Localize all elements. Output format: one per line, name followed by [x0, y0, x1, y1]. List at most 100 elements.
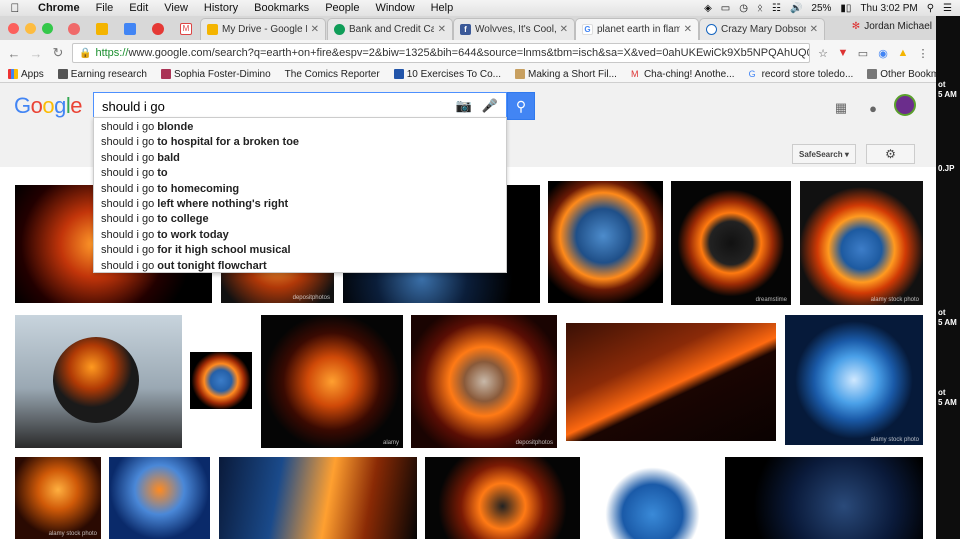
image-result[interactable] [15, 315, 182, 448]
close-window-button[interactable] [8, 23, 19, 34]
close-tab-icon[interactable]: ✕ [810, 24, 818, 35]
menu-help[interactable]: Help [423, 2, 462, 14]
suggestion-item[interactable]: should i go to homecoming [94, 182, 506, 197]
facebook-icon: f [460, 24, 471, 35]
apple-icon[interactable]:  [0, 1, 30, 15]
image-result[interactable] [425, 457, 580, 539]
image-result[interactable] [725, 457, 923, 539]
menu-view[interactable]: View [156, 2, 196, 14]
minimize-window-button[interactable] [25, 23, 36, 34]
image-result[interactable]: alamy [261, 315, 403, 448]
image-result[interactable] [548, 181, 663, 303]
bookmark-record-store[interactable]: Grecord store toledo... [749, 69, 854, 80]
menu-edit[interactable]: Edit [121, 2, 156, 14]
tab-crazy-mary[interactable]: Crazy Mary Dobson F ✕ [699, 18, 825, 40]
image-result[interactable]: alamy stock photo [800, 181, 923, 305]
forward-arrow-icon[interactable]: → [28, 46, 44, 61]
image-result[interactable]: alamy stock photo [785, 315, 923, 445]
image-result[interactable]: alamy stock photo [15, 457, 101, 539]
time-machine-icon[interactable]: ◷ [739, 3, 748, 14]
wifi-icon[interactable]: ☷ [772, 3, 781, 14]
spotlight-icon[interactable]: ⚲ [927, 3, 934, 14]
close-tab-icon[interactable]: ✕ [311, 24, 319, 35]
chrome-menu-icon[interactable]: ⋮ [916, 46, 930, 60]
suggestion-item[interactable]: should i go bald [94, 151, 506, 166]
zoom-window-button[interactable] [42, 23, 53, 34]
airplay-icon[interactable]: ▭ [721, 3, 730, 14]
menubar-clock[interactable]: Thu 3:02 PM [860, 3, 917, 14]
drive-extension-icon[interactable]: ▲ [896, 46, 910, 60]
tab-title: Wolvves, It's Cool, Di [475, 24, 556, 35]
image-result[interactable] [109, 457, 210, 539]
google-logo[interactable]: Google [14, 93, 83, 119]
menu-people[interactable]: People [317, 2, 367, 14]
suggestion-item[interactable]: should i go to [94, 166, 506, 181]
menu-chrome[interactable]: Chrome [30, 2, 88, 14]
bookmark-sophia[interactable]: Sophia Foster-Dimino [160, 69, 271, 80]
bookmark-exercises[interactable]: 10 Exercises To Co... [393, 69, 501, 80]
address-bar[interactable]: 🔒 https:// www.google.com/search?q=earth… [72, 43, 810, 63]
image-result[interactable] [566, 323, 776, 441]
search-query-text[interactable]: should i go [102, 99, 456, 114]
apps-grid-icon[interactable]: ▦ [834, 100, 848, 115]
bookmark-star-icon[interactable]: ☆ [816, 46, 830, 60]
close-tab-icon[interactable]: ✕ [438, 24, 446, 35]
image-result[interactable]: dreamstime [671, 181, 791, 305]
back-arrow-icon[interactable]: ← [6, 46, 22, 61]
suggestion-item[interactable]: should i go out tonight flowchart [94, 259, 506, 274]
bookmark-cha-ching[interactable]: M Cha-ching! Anothe... [631, 69, 735, 80]
bookmark-earning-research[interactable]: Earning research [57, 69, 147, 80]
suggestion-item[interactable]: should i go left where nothing's right [94, 197, 506, 212]
reload-icon[interactable]: ↻ [50, 45, 66, 61]
pinned-tab-calendar[interactable] [118, 19, 142, 39]
pinned-tab-opera[interactable] [146, 19, 170, 39]
suggestion-prefix: should i go [101, 167, 158, 180]
tab-bank-credit[interactable]: Bank and Credit Card ✕ [327, 18, 453, 40]
image-result[interactable] [190, 352, 252, 409]
settings-button[interactable]: ⚙ [866, 144, 915, 164]
camera-icon[interactable]: 📷 [456, 98, 472, 114]
suggestion-item[interactable]: should i go to hospital for a broken toe [94, 135, 506, 150]
suggestion-item[interactable]: should i go to work today [94, 228, 506, 243]
notification-center-icon[interactable]: ☰ [943, 3, 952, 14]
image-result[interactable]: depositphotos [411, 315, 557, 448]
pinned-tab-drive[interactable] [90, 19, 114, 39]
notifications-bell-icon[interactable]: ● [866, 101, 880, 116]
battery-percent[interactable]: 25% [811, 3, 831, 14]
safesearch-dropdown[interactable]: SafeSearch ▾ [792, 144, 856, 164]
tab-my-drive[interactable]: My Drive - Google Dr ✕ [200, 18, 326, 40]
volume-icon[interactable]: 🔊 [790, 3, 802, 14]
suggestion-item[interactable]: should i go blonde [94, 120, 506, 135]
avatar[interactable] [894, 94, 916, 116]
other-bookmarks[interactable]: Other Bookmarks [867, 69, 936, 80]
menu-history[interactable]: History [196, 2, 246, 14]
tab-wolvves[interactable]: f Wolvves, It's Cool, Di ✕ [453, 18, 575, 40]
menu-window[interactable]: Window [367, 2, 422, 14]
search-button[interactable]: ⚲ [507, 92, 535, 120]
bookmark-short-film[interactable]: Making a Short Fil... [515, 69, 617, 80]
suggestion-item[interactable]: should i go for it high school musical [94, 243, 506, 258]
close-tab-icon[interactable]: ✕ [560, 24, 568, 35]
battery-icon[interactable]: ▮▯ [840, 3, 851, 14]
suggestion-completion: to hospital for a broken toe [157, 136, 300, 149]
suggestion-item[interactable]: should i go to college [94, 212, 506, 227]
menu-bookmarks[interactable]: Bookmarks [246, 2, 317, 14]
bluetooth-icon[interactable]: ᛟ [757, 3, 763, 14]
bookmark-apps[interactable]: Apps [8, 69, 44, 80]
image-result[interactable] [219, 457, 417, 539]
bookmark-comics-reporter[interactable]: The Comics Reporter [285, 69, 380, 80]
pocket-extension-icon[interactable]: ▼ [836, 46, 850, 60]
search-input[interactable]: should i go 📷 🎤 [93, 92, 507, 120]
close-tab-icon[interactable]: ✕ [684, 24, 692, 35]
pinned-tab-asana[interactable] [62, 19, 86, 39]
adblock-extension-icon[interactable]: ◉ [876, 46, 890, 60]
suggestion-prefix: should i go [101, 244, 158, 257]
menu-file[interactable]: File [88, 2, 122, 14]
image-result[interactable] [589, 457, 716, 539]
profile-button[interactable]: ✻ Jordan Michael [852, 21, 932, 32]
dropbox-icon[interactable]: ◈ [704, 3, 712, 14]
tab-planet-earth[interactable]: G planet earth in flame ✕ [575, 18, 699, 40]
microphone-icon[interactable]: 🎤 [482, 98, 498, 114]
cast-extension-icon[interactable]: ▭ [856, 46, 870, 60]
pinned-tab-gmail[interactable]: M [174, 19, 198, 39]
